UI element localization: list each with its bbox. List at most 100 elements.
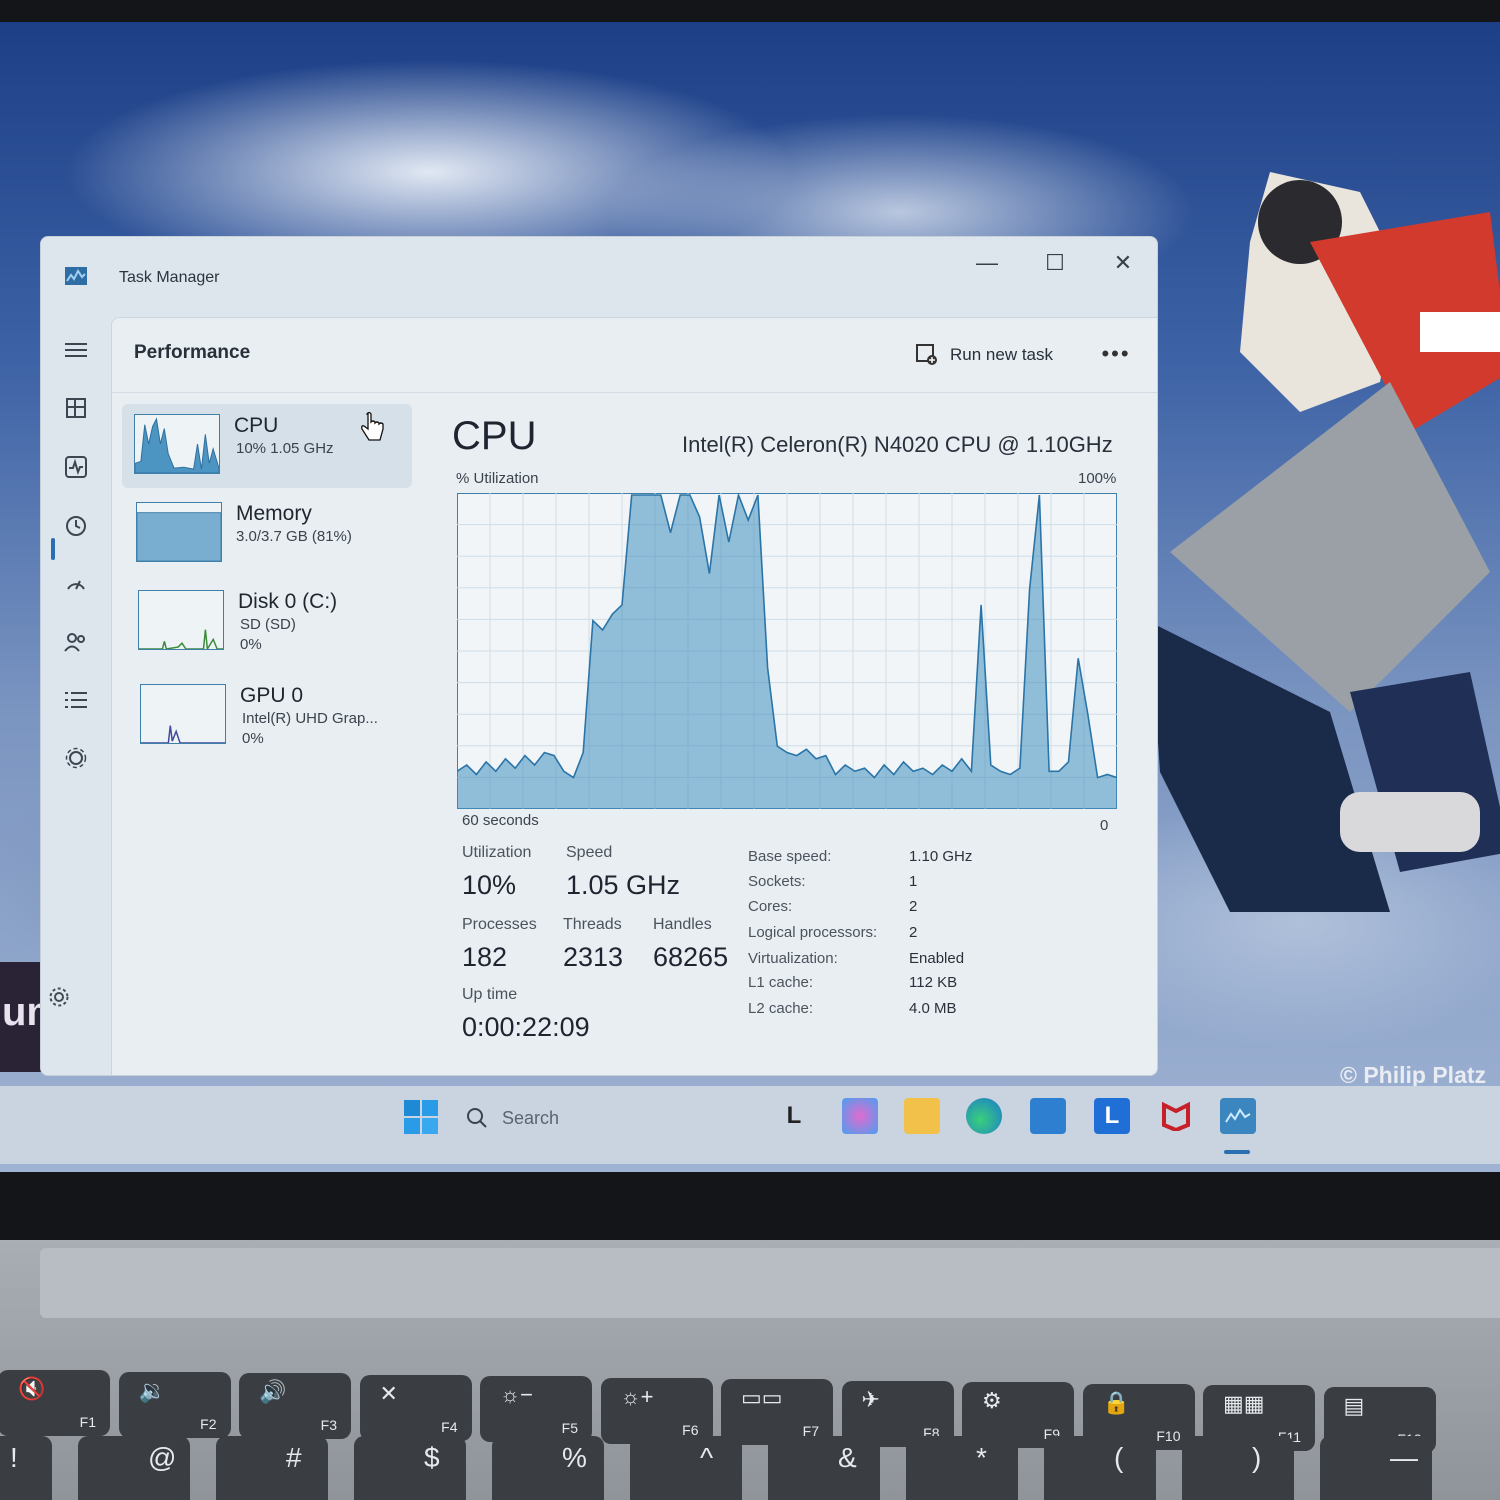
key-label: F10	[1156, 1427, 1181, 1444]
handles-value: 68265	[653, 942, 729, 972]
mcafee-icon[interactable]	[1158, 1098, 1194, 1134]
key-number-row: #	[216, 1436, 328, 1500]
key-label: F1	[79, 1414, 96, 1430]
hand-cursor-icon	[361, 412, 384, 441]
key-number-row: $	[354, 1436, 466, 1500]
key-symbol: 🔒	[1102, 1389, 1130, 1415]
processes-icon[interactable]	[59, 391, 93, 425]
device-item-memory[interactable]: Memory 3.0/3.7 GB (81%)	[122, 492, 412, 576]
processes-label: Processes	[462, 916, 537, 933]
spec-value: 4.0 MB	[909, 1000, 957, 1017]
key-number-row: @	[78, 1436, 190, 1500]
spec-label: Virtualization:	[748, 950, 838, 967]
hamburger-icon[interactable]	[59, 333, 93, 367]
spec-value: 112 KB	[909, 974, 958, 991]
key-number-row: *	[906, 1436, 1018, 1500]
close-button[interactable]: ✕	[1093, 245, 1153, 281]
cpu-utilization-graph	[457, 493, 1117, 809]
active-app-indicator	[1224, 1150, 1250, 1154]
key-symbol: ✈	[861, 1386, 880, 1412]
search-placeholder: Search	[502, 1107, 560, 1128]
device-percent: 0%	[242, 730, 264, 747]
spec-label: Cores:	[748, 898, 793, 915]
key-symbol: &	[838, 1442, 857, 1473]
performance-panel: Performance Run new task ••• CPU 10% 1.0…	[111, 317, 1157, 1075]
key-f3: 🔊 F3	[239, 1373, 351, 1439]
users-icon[interactable]	[59, 625, 93, 659]
device-summary: SD (SD)	[240, 616, 296, 633]
key-symbol: ▦▦	[1223, 1391, 1265, 1416]
device-item-disk[interactable]: Disk 0 (C:) SD (SD) 0%	[122, 580, 412, 664]
window-title: Task Manager	[119, 269, 220, 286]
time-axis-right-label: 0	[1100, 817, 1109, 834]
details-icon[interactable]	[59, 683, 93, 717]
speed-value: 1.05 GHz	[566, 870, 681, 900]
startup-apps-icon[interactable]	[59, 567, 93, 601]
store-icon[interactable]	[1030, 1098, 1066, 1134]
spec-value: 1.10 GHz	[909, 848, 973, 865]
taskbar-search[interactable]: Search	[466, 1100, 716, 1136]
title-bar[interactable]: Task Manager — ☐ ✕	[41, 237, 1157, 317]
key-symbol: 🔇	[18, 1376, 46, 1401]
terminal-icon[interactable]: L	[776, 1098, 812, 1134]
services-icon[interactable]	[59, 741, 93, 775]
edge-icon[interactable]	[966, 1098, 1002, 1134]
spec-value: 2	[909, 898, 918, 915]
key-symbol: 🔊	[259, 1379, 287, 1404]
file-explorer-icon[interactable]	[904, 1098, 940, 1134]
key-symbol: $	[424, 1442, 440, 1473]
key-number-row: %	[492, 1436, 604, 1500]
run-new-task-button[interactable]: Run new task	[916, 338, 1053, 372]
key-symbol: ✕	[379, 1380, 398, 1406]
key-symbol: *	[976, 1442, 987, 1473]
key-symbol: ☼+	[620, 1383, 654, 1409]
cpu-thumbnail-graph	[134, 414, 220, 474]
key-number-row: !	[0, 1436, 52, 1500]
device-item-cpu[interactable]: CPU 10% 1.05 GHz	[122, 404, 412, 488]
uptime-value: 0:00:22:09	[462, 1012, 590, 1042]
copilot-icon[interactable]	[842, 1098, 878, 1134]
device-summary: Intel(R) UHD Grap...	[242, 710, 378, 727]
key-label: F2	[200, 1415, 217, 1432]
key-symbol: ▭▭	[741, 1385, 783, 1410]
key-symbol: #	[286, 1442, 302, 1473]
key-f5: ☼− F5	[480, 1376, 592, 1442]
photo-credit: © Philip Platz	[1340, 1062, 1487, 1088]
maximize-button[interactable]: ☐	[1025, 245, 1085, 281]
app-history-icon[interactable]	[59, 509, 93, 543]
key-f6: ☼+ F6	[600, 1377, 713, 1444]
key-f1: 🔇 F1	[0, 1370, 110, 1436]
device-summary: 3.0/3.7 GB (81%)	[236, 528, 352, 545]
spec-label: Base speed:	[748, 848, 832, 865]
task-manager-icon[interactable]	[1220, 1098, 1256, 1134]
minimize-button[interactable]: —	[957, 245, 1017, 281]
gear-icon[interactable]	[44, 982, 74, 1012]
run-task-icon	[916, 344, 937, 365]
key-number-row: —	[1320, 1436, 1432, 1500]
windows-start-icon[interactable]	[404, 1100, 438, 1134]
task-manager-icon	[65, 267, 87, 285]
key-symbol: @	[148, 1442, 177, 1473]
time-axis-left-label: 60 seconds	[462, 812, 539, 829]
key-number-row: &	[768, 1436, 880, 1500]
key-symbol: )	[1252, 1442, 1262, 1473]
cpu-model-name: Intel(R) Celeron(R) N4020 CPU @ 1.10GHz	[682, 432, 1113, 457]
key-symbol: ⚙	[982, 1388, 1002, 1413]
more-options-button[interactable]: •••	[1094, 334, 1138, 374]
device-item-gpu[interactable]: GPU 0 Intel(R) UHD Grap... 0%	[122, 674, 412, 758]
disk-thumbnail-graph	[138, 590, 224, 650]
performance-icon[interactable]	[59, 450, 93, 484]
keyboard: 🔇F1🔉F2🔊F3✕F4☼−F5☼+F6▭▭F7✈F8⚙F9🔒F10▦▦F11▤…	[0, 1360, 1500, 1500]
key-symbol: ☼−	[500, 1382, 534, 1407]
l-app-icon[interactable]: L	[1094, 1098, 1130, 1134]
run-new-task-label: Run new task	[950, 345, 1053, 364]
spec-label: Sockets:	[748, 873, 806, 890]
threads-label: Threads	[563, 916, 622, 933]
device-name: Disk 0 (C:)	[238, 590, 338, 613]
key-symbol: —	[1390, 1442, 1418, 1473]
device-name: GPU 0	[240, 684, 304, 707]
key-label: F3	[320, 1417, 337, 1433]
threads-value: 2313	[563, 942, 624, 972]
key-f2: 🔉 F2	[118, 1371, 231, 1438]
spec-value: 2	[909, 924, 918, 941]
